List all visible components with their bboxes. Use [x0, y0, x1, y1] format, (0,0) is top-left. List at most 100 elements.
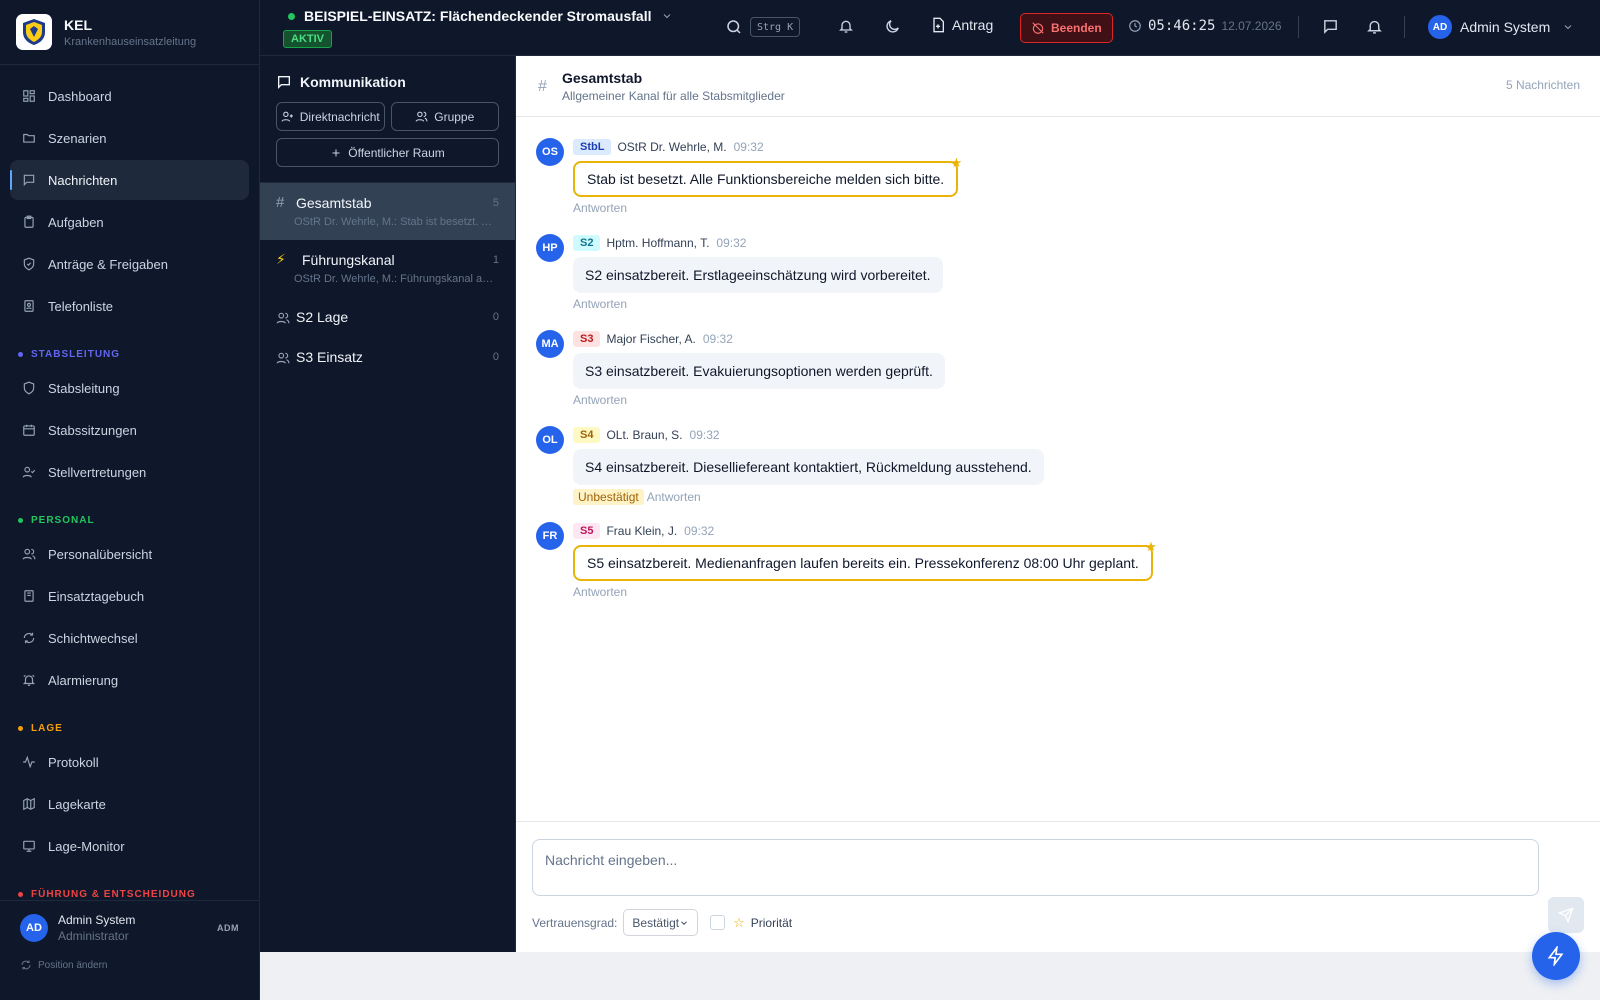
- reply-link[interactable]: Antworten: [573, 297, 627, 311]
- star-icon: ☆: [733, 914, 745, 930]
- section-personal: PERSONAL: [18, 510, 241, 530]
- position-change-link[interactable]: Position ändern: [20, 959, 239, 971]
- nav-item-nachrichten[interactable]: Nachrichten: [10, 160, 249, 200]
- unconfirmed-badge: Unbestätigt: [573, 489, 644, 505]
- role-badge: S4: [573, 427, 601, 443]
- channel-count: 0: [492, 311, 499, 323]
- chevron-down-icon: [664, 14, 671, 19]
- divider: [1404, 16, 1405, 38]
- reply-link[interactable]: Antworten: [573, 585, 627, 599]
- lightning-icon: [1547, 946, 1564, 966]
- nav-item-aufgaben[interactable]: Aufgaben: [10, 202, 249, 242]
- channel-name: Gesamtstab: [296, 195, 372, 211]
- message-time: 09:32: [689, 428, 720, 442]
- role-badge: S2: [573, 235, 601, 251]
- app-logo: [16, 14, 52, 50]
- message-bubble: S5 einsatzbereit. Medienanfragen laufen …: [573, 540, 1157, 581]
- priority-star-icon: ★: [1145, 539, 1157, 554]
- incident-selector[interactable]: BEISPIEL-EINSATZ: Flächendeckender Strom…: [283, 8, 673, 48]
- group-button[interactable]: Gruppe: [390, 102, 499, 131]
- alarm-off-icon: [1032, 22, 1044, 34]
- section-dot: [18, 891, 23, 897]
- nav-item-alarmierung[interactable]: Alarmierung: [10, 660, 249, 700]
- contact-book-icon: [24, 300, 34, 312]
- channel-name: S2 Lage: [296, 309, 349, 325]
- users-icon: [276, 312, 290, 324]
- nav-item-stabssitzungen[interactable]: Stabssitzungen: [10, 410, 249, 450]
- quick-action-button[interactable]: [1532, 932, 1580, 980]
- reply-link[interactable]: Antworten: [573, 201, 627, 215]
- user-name: Admin System: [1460, 19, 1551, 35]
- direct-message-label: Direktnachricht: [299, 109, 380, 124]
- clock-date: 12.07.2026: [1221, 19, 1282, 33]
- reply-link[interactable]: Antworten: [647, 490, 701, 504]
- nav-item-dashboard[interactable]: Dashboard: [10, 76, 249, 116]
- confidence-label: Vertrauensgrad:: [532, 915, 618, 930]
- role-badge: S3: [573, 331, 601, 347]
- brand-subtitle: Krankenhauseinsatzleitung: [64, 35, 197, 48]
- sender-name: OStR Dr. Wehrle, M.: [617, 140, 727, 154]
- nav-item-telefonliste[interactable]: Telefonliste: [10, 286, 249, 326]
- channel-s3-einsatz[interactable]: S3 Einsatz 0: [260, 337, 515, 377]
- priority-checkbox[interactable]: [710, 915, 726, 930]
- antrag-button[interactable]: Antrag: [930, 17, 993, 33]
- message-text: S2 einsatzbereit. Erstlageeinschätzung w…: [585, 267, 931, 283]
- priority-label: Priorität: [750, 915, 793, 930]
- channel-gesamtstab[interactable]: # Gesamtstab OStR Dr. Wehrle, M.: Stab i…: [260, 183, 515, 240]
- sender-name: Hptm. Hoffmann, T.: [606, 236, 710, 250]
- sidebar-user[interactable]: AD Admin System Administrator ADM: [20, 913, 239, 943]
- sidebar-user-panel: AD Admin System Administrator ADM Positi…: [0, 900, 259, 1000]
- send-button[interactable]: [1548, 897, 1584, 933]
- message-time: 09:32: [684, 524, 715, 538]
- message-time: 09:32: [733, 140, 764, 154]
- search-icon[interactable]: [725, 18, 743, 36]
- shield-icon: [23, 381, 35, 395]
- direct-message-button[interactable]: Direktnachricht: [276, 102, 385, 131]
- message-time: 09:32: [716, 236, 747, 250]
- avatar: FR: [536, 522, 564, 550]
- user-menu[interactable]: AD Admin System: [1428, 15, 1574, 39]
- section-title: LAGE: [31, 722, 63, 734]
- priority-star-icon: ★: [950, 155, 963, 170]
- channel-fuehrungskanal[interactable]: ⚡ Führungskanal OStR Dr. Wehrle, M.: Füh…: [260, 240, 515, 297]
- message-bubble: S2 einsatzbereit. Erstlageeinschätzung w…: [573, 257, 943, 293]
- message-input[interactable]: [532, 839, 1539, 896]
- nav-item-stabsleitung[interactable]: Stabsleitung: [10, 368, 249, 408]
- nav-label: Protokoll: [48, 754, 99, 770]
- beenden-button[interactable]: Beenden: [1020, 13, 1113, 43]
- main-nav: Dashboard Szenarien Nachrichten Aufgaben…: [0, 74, 259, 900]
- role-tag: ADM: [217, 923, 239, 933]
- nav-label: Einsatztagebuch: [48, 588, 145, 604]
- nav-item-einsatztagebuch[interactable]: Einsatztagebuch: [10, 576, 249, 616]
- channel-preview: OStR Dr. Wehrle, M.: Stab ist besetzt. A…: [294, 216, 494, 228]
- hash-icon: #: [538, 78, 547, 95]
- nav-item-lage-monitor[interactable]: Lage-Monitor: [10, 826, 249, 866]
- clipboard-icon: [24, 215, 34, 228]
- message-composer: Vertrauensgrad: Bestätigt ☆ Priorität: [516, 821, 1600, 952]
- users-icon: [276, 352, 290, 364]
- channel-s2-lage[interactable]: S2 Lage 0: [260, 297, 515, 337]
- channel-preview: OStR Dr. Wehrle, M.: Führungskanal aktiv…: [294, 273, 494, 285]
- chevron-down-icon: [1564, 25, 1572, 30]
- chevron-down-icon: [681, 920, 687, 925]
- refresh-icon: [23, 632, 35, 644]
- nav-item-antraege[interactable]: Anträge & Freigaben: [10, 244, 249, 284]
- reply-link[interactable]: Antworten: [573, 393, 627, 407]
- user-name: Admin System: [58, 913, 136, 927]
- group-label: Gruppe: [434, 109, 475, 124]
- nav-item-personaluebersicht[interactable]: Personalübersicht: [10, 534, 249, 574]
- nav-item-schichtwechsel[interactable]: Schichtwechsel: [10, 618, 249, 658]
- nav-item-lagekarte[interactable]: Lagekarte: [10, 784, 249, 824]
- bell-icon[interactable]: [838, 18, 854, 34]
- confidence-select[interactable]: Bestätigt: [623, 909, 699, 936]
- public-room-button[interactable]: Öffentlicher Raum: [276, 138, 499, 167]
- nav-label: Szenarien: [48, 130, 107, 146]
- nav-item-szenarien[interactable]: Szenarien: [10, 118, 249, 158]
- chat-icon[interactable]: [1322, 18, 1339, 35]
- notification-bell-icon[interactable]: [1366, 18, 1383, 35]
- moon-icon[interactable]: [884, 18, 901, 35]
- nav-item-stellvertretungen[interactable]: Stellvertretungen: [10, 452, 249, 492]
- nav-item-protokoll[interactable]: Protokoll: [10, 742, 249, 782]
- divider: [1298, 16, 1299, 38]
- nav-label: Alarmierung: [48, 672, 119, 688]
